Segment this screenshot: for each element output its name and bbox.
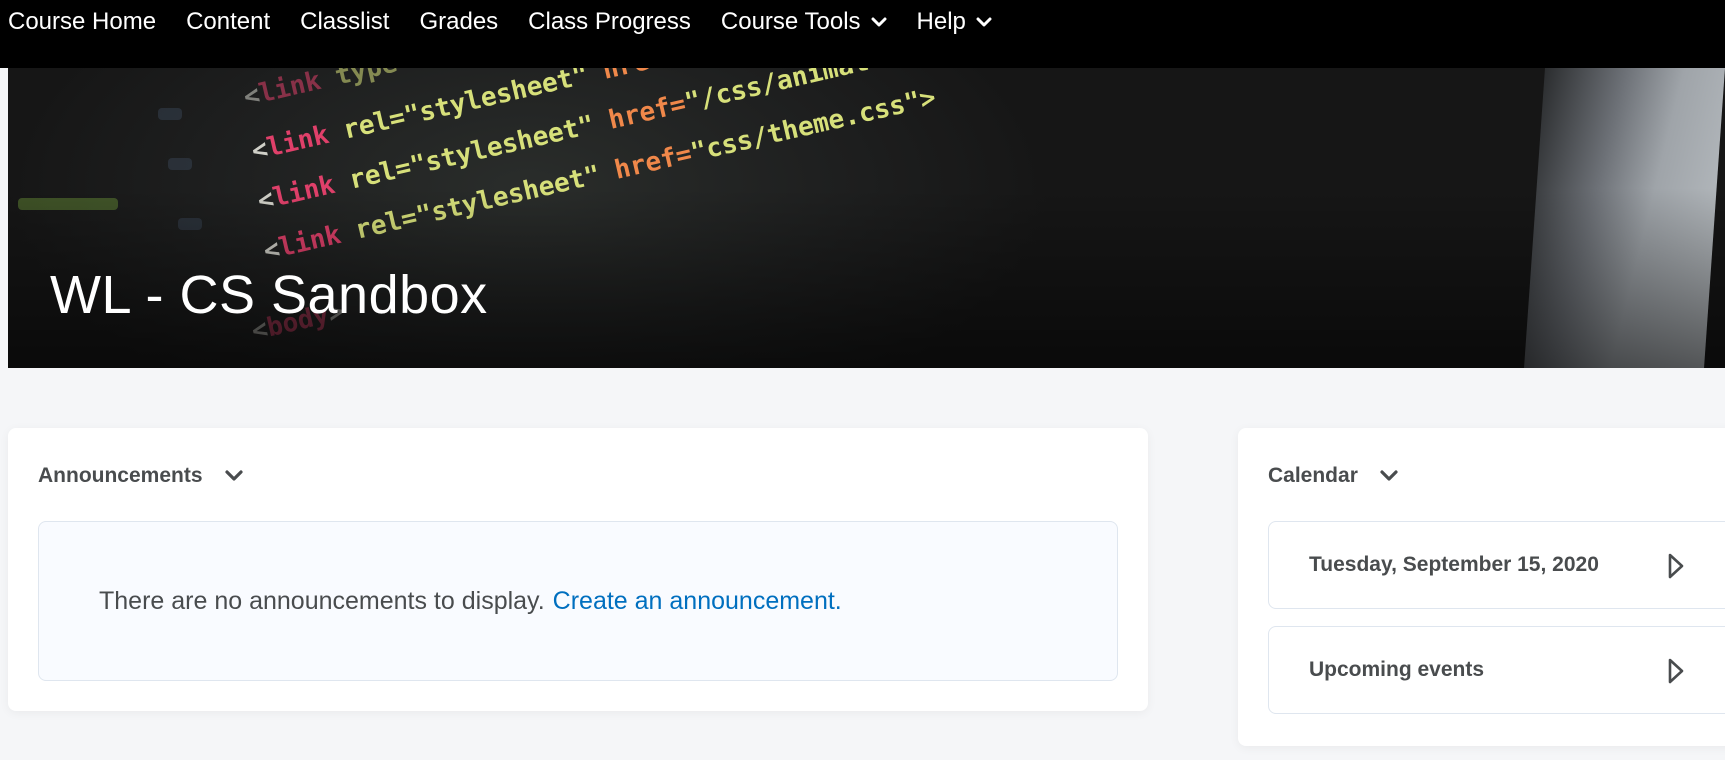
nav-class-progress[interactable]: Class Progress xyxy=(528,0,691,44)
announcements-title: Announcements xyxy=(38,464,203,487)
course-banner: <link type="text/css"<link rel="styleshe… xyxy=(8,68,1725,368)
create-announcement-link[interactable]: Create an announcement. xyxy=(553,587,842,615)
nav-help-label: Help xyxy=(916,8,966,35)
chevron-down-icon[interactable] xyxy=(224,470,243,482)
nav-grades[interactable]: Grades xyxy=(419,0,498,44)
chevron-down-icon xyxy=(871,17,887,27)
triangle-right-icon xyxy=(1668,658,1684,684)
announcements-widget: Announcements There are no announcements… xyxy=(8,428,1148,711)
calendar-title: Calendar xyxy=(1268,464,1358,487)
nav-content-label: Content xyxy=(186,8,271,35)
calendar-date-label: Tuesday, September 15, 2020 xyxy=(1309,553,1599,576)
course-navbar: Course Home Content Classlist Grades Cla… xyxy=(0,0,1725,68)
nav-help[interactable]: Help xyxy=(917,0,992,44)
nav-course-home-label: Course Home xyxy=(8,8,157,35)
triangle-right-icon xyxy=(1668,553,1684,579)
nav-course-home[interactable]: Course Home xyxy=(8,0,156,44)
announcements-header[interactable]: Announcements xyxy=(38,464,243,488)
announcements-empty-text: There are no announcements to display. xyxy=(99,586,545,615)
nav-classlist-label: Classlist xyxy=(300,8,390,35)
announcements-message: There are no announcements to display. Cr… xyxy=(99,587,842,616)
nav-grades-label: Grades xyxy=(419,8,499,35)
nav-classlist[interactable]: Classlist xyxy=(300,0,389,44)
course-title: WL - CS Sandbox xyxy=(50,265,488,325)
calendar-header[interactable]: Calendar xyxy=(1268,464,1398,488)
chevron-down-icon[interactable] xyxy=(1380,470,1398,482)
calendar-upcoming-events-row[interactable]: Upcoming events xyxy=(1268,626,1725,714)
nav-course-tools[interactable]: Course Tools xyxy=(721,0,887,44)
calendar-widget: Calendar Tuesday, September 15, 2020 Upc… xyxy=(1238,428,1725,746)
nav-content[interactable]: Content xyxy=(186,0,270,44)
nav-class-progress-label: Class Progress xyxy=(528,8,691,35)
calendar-upcoming-label: Upcoming events xyxy=(1309,658,1485,681)
announcements-empty-state: There are no announcements to display. Cr… xyxy=(38,521,1118,681)
chevron-down-icon xyxy=(976,17,992,27)
nav-course-tools-label: Course Tools xyxy=(720,8,861,35)
calendar-date-row[interactable]: Tuesday, September 15, 2020 xyxy=(1268,521,1725,609)
